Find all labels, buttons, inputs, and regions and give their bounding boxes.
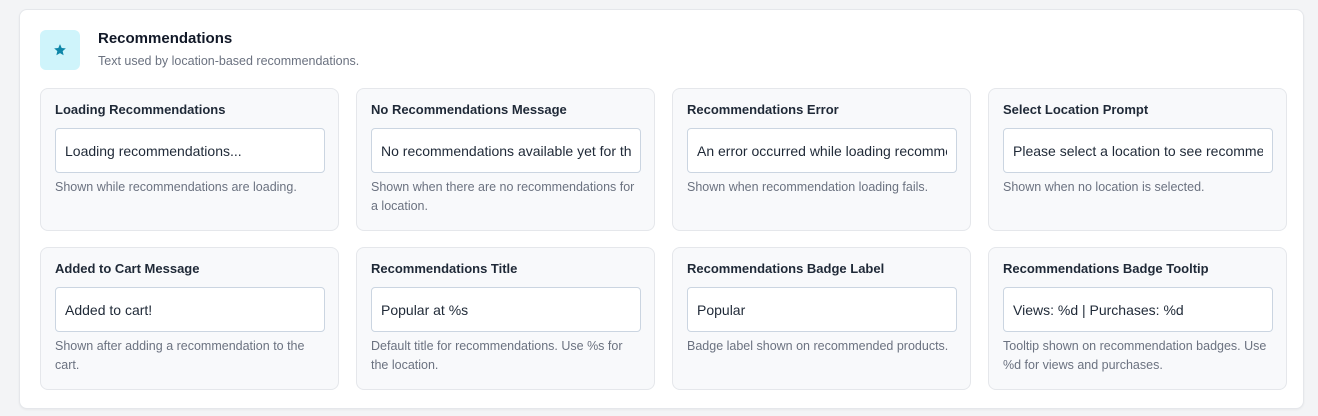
setting-label: Loading Recommendations	[55, 102, 226, 117]
setting-label: Recommendations Error	[687, 102, 839, 117]
setting-help-text: Shown when recommendation loading fails.	[687, 180, 929, 194]
setting-label: Recommendations Title	[371, 261, 518, 276]
setting-label: Select Location Prompt	[1003, 102, 1149, 117]
star-icon	[40, 30, 80, 70]
setting-card-added-to-cart: Added to Cart Message Shown after adding…	[40, 247, 339, 390]
recommendations-badge-tooltip-input[interactable]	[1003, 287, 1273, 332]
setting-help-text: Shown when there are no recommendations …	[371, 180, 635, 213]
setting-card-badge-tooltip: Recommendations Badge Tooltip Tooltip sh…	[988, 247, 1287, 390]
recommendations-panel: Recommendations Text used by location-ba…	[19, 9, 1304, 409]
setting-help-text: Tooltip shown on recommendation badges. …	[1003, 339, 1267, 372]
setting-help-text: Default title for recommendations. Use %…	[371, 339, 623, 372]
recommendations-title-input[interactable]	[371, 287, 641, 332]
setting-card-error: Recommendations Error Shown when recomme…	[672, 88, 971, 231]
added-to-cart-message-input[interactable]	[55, 287, 325, 332]
section-subtitle: Text used by location-based recommendati…	[98, 54, 360, 68]
setting-card-select-location: Select Location Prompt Shown when no loc…	[988, 88, 1287, 231]
setting-help-text: Badge label shown on recommended product…	[687, 339, 949, 353]
select-location-prompt-input[interactable]	[1003, 128, 1273, 173]
setting-label: Added to Cart Message	[55, 261, 200, 276]
no-recommendations-message-input[interactable]	[371, 128, 641, 173]
setting-card-loading: Loading Recommendations Shown while reco…	[40, 88, 339, 231]
recommendations-badge-label-input[interactable]	[687, 287, 957, 332]
setting-label: Recommendations Badge Tooltip	[1003, 261, 1209, 276]
setting-card-badge-label: Recommendations Badge Label Badge label …	[672, 247, 971, 390]
setting-help-text: Shown while recommendations are loading.	[55, 180, 297, 194]
setting-card-no-recommendations: No Recommendations Message Shown when th…	[356, 88, 655, 231]
settings-grid: Loading Recommendations Shown while reco…	[40, 88, 1287, 390]
loading-recommendations-input[interactable]	[55, 128, 325, 173]
setting-card-title: Recommendations Title Default title for …	[356, 247, 655, 390]
section-title: Recommendations	[98, 30, 233, 47]
star-icon-glyph	[54, 44, 66, 56]
setting-help-text: Shown when no location is selected.	[1003, 180, 1205, 194]
setting-label: Recommendations Badge Label	[687, 261, 885, 276]
setting-label: No Recommendations Message	[371, 102, 567, 117]
setting-help-text: Shown after adding a recommendation to t…	[55, 339, 305, 372]
recommendations-error-input[interactable]	[687, 128, 957, 173]
